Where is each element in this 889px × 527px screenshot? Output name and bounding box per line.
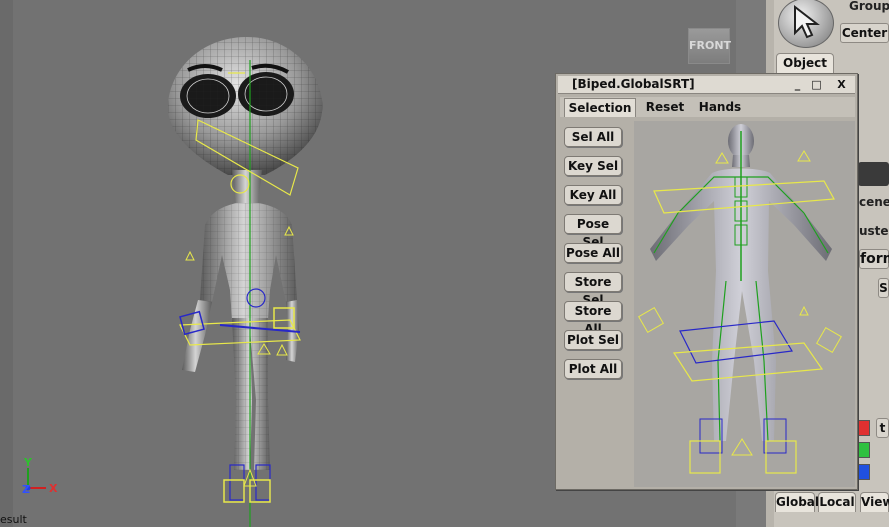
translate-t-button[interactable]: t (876, 418, 889, 438)
view-cube-front[interactable]: FRONT (688, 28, 731, 64)
minimize-button[interactable]: _ (789, 78, 806, 92)
store-all-button[interactable]: Store All (564, 301, 622, 336)
pose-all-button[interactable]: Pose All (564, 243, 622, 263)
clusters-label[interactable]: usters (859, 224, 889, 238)
tab-object[interactable]: Object (776, 53, 834, 73)
tab-view[interactable]: View (860, 492, 889, 512)
biped-figure-render[interactable] (634, 121, 855, 487)
tab-selection[interactable]: Selection (564, 98, 636, 117)
center-button[interactable]: Center (840, 23, 889, 43)
group-label[interactable]: Group (849, 0, 889, 13)
tab-reset[interactable]: Reset (640, 98, 690, 117)
key-sel-button[interactable]: Key Sel (564, 156, 622, 176)
window-title: [Biped.GlobalSRT] (572, 77, 695, 91)
scene-label[interactable]: cene (859, 195, 889, 209)
swatch-blue[interactable] (858, 464, 870, 480)
axis-y-label: Y (24, 456, 32, 469)
biped-synoptic-window: [Biped.GlobalSRT] _ □ X Selection Reset … (555, 73, 858, 490)
close-button[interactable]: X (833, 78, 850, 92)
character-head (167, 36, 323, 175)
axis-z-label: Z (22, 483, 30, 496)
arrow-cursor-icon (794, 5, 820, 39)
store-sel-button[interactable]: Store Sel (564, 272, 622, 307)
sel-all-button[interactable]: Sel All (564, 127, 622, 147)
plot-sel-button[interactable]: Plot Sel (564, 330, 622, 350)
scale-s-button[interactable]: S (878, 278, 889, 298)
pose-sel-button[interactable]: Pose Sel (564, 214, 622, 249)
dark-slot-button[interactable] (858, 162, 889, 186)
swatch-red[interactable] (858, 420, 870, 436)
softimage-workspace: Y Z X FRONT esult Group Center Object ce… (0, 0, 889, 527)
key-all-button[interactable]: Key All (564, 185, 622, 205)
selection-button-list: Sel All Key Sel Key All Pose Sel Pose Al… (560, 122, 630, 487)
tab-local[interactable]: Local (818, 492, 856, 512)
window-tabbar: Selection Reset Hands (560, 97, 855, 117)
swatch-green[interactable] (858, 442, 870, 458)
window-titlebar[interactable]: [Biped.GlobalSRT] _ □ X (558, 76, 855, 94)
transform-button[interactable]: form (859, 249, 889, 269)
status-result-text: esult (0, 513, 27, 526)
tab-hands[interactable]: Hands (696, 98, 744, 117)
axis-x-label: X (49, 482, 58, 495)
plot-all-button[interactable]: Plot All (564, 359, 622, 379)
select-tool-button[interactable] (778, 0, 834, 48)
tab-global[interactable]: Global (775, 492, 819, 512)
maximize-button[interactable]: □ (808, 78, 825, 92)
biped-synoptic-view[interactable] (634, 121, 855, 487)
